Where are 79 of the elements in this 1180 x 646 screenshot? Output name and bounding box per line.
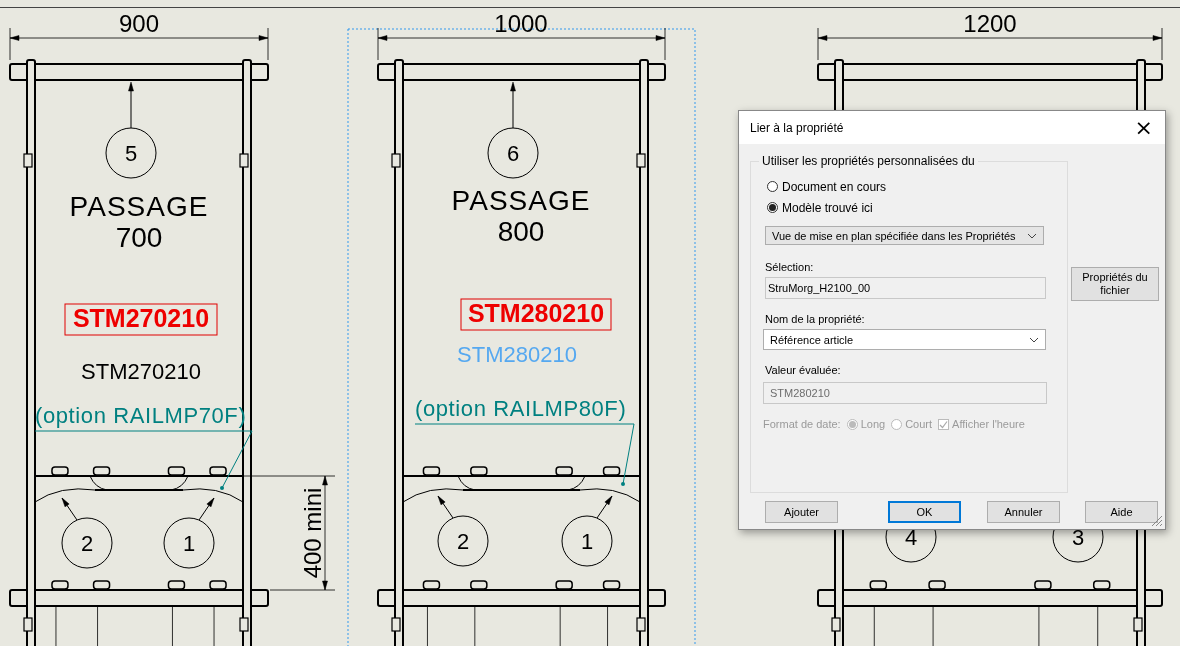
passage-label: PASSAGE (69, 191, 209, 222)
leg-line (474, 606, 476, 646)
rail-clip (391, 153, 401, 168)
balloon-number: 2 (80, 531, 94, 556)
balloon-circle (437, 515, 489, 567)
property-label: Nom de la propriété: (765, 313, 866, 325)
dialog-button[interactable]: Annuler (987, 501, 1060, 523)
leg-line (55, 606, 57, 646)
balloon-circle (105, 127, 157, 179)
balloon-number: 2 (456, 529, 470, 554)
radio-label: Long (860, 418, 886, 430)
rail-clip (636, 617, 646, 632)
leg-line (873, 606, 875, 646)
leg-line (1038, 606, 1040, 646)
resize-grip-icon[interactable] (1151, 515, 1163, 527)
reference-text: STM270210 (81, 359, 201, 384)
chevron-down-icon (1027, 232, 1037, 239)
leg-line (607, 606, 608, 646)
leg-line (97, 606, 98, 646)
checkbox-label: Afficher l'heure (952, 418, 1025, 430)
dialog-button[interactable]: OK (888, 501, 961, 523)
balloon-circle (61, 517, 113, 569)
reference-code: STM280210 (460, 298, 612, 331)
property-dropdown[interactable]: Référence article (763, 329, 1046, 350)
radio-button[interactable] (767, 181, 778, 192)
leg-line (932, 606, 934, 646)
date-format-label: Format de date: (763, 418, 841, 430)
leg-line (213, 606, 215, 646)
evaluated-label: Valeur évaluée: (765, 364, 842, 376)
balloon-number: 4 (904, 525, 918, 550)
rail-clip (23, 153, 33, 168)
dimension-text: 1200 (963, 10, 1017, 37)
radio-label: Court (905, 418, 933, 430)
evaluated-field[interactable]: STM280210 (763, 382, 1047, 404)
rail-clip (239, 153, 249, 168)
leg-line (172, 606, 173, 646)
leg-line (559, 606, 561, 646)
leader-arrow (61, 497, 78, 521)
dimension-text: 900 (119, 10, 159, 37)
radio-label: Document en cours (782, 179, 887, 194)
passage-label: PASSAGE (451, 185, 591, 216)
balloon-number: 3 (1071, 525, 1085, 550)
balloon-circle (487, 127, 539, 179)
rail-clip (239, 617, 249, 632)
leg-line (427, 606, 428, 646)
balloon-number: 6 (506, 141, 520, 166)
rail-clip (391, 617, 401, 632)
radio-button[interactable] (767, 202, 778, 213)
balloon-number: 5 (124, 141, 138, 166)
close-button[interactable]: × (1130, 116, 1157, 139)
balloon-circle (163, 517, 215, 569)
group-title: Utiliser les propriétés personnalisées du (761, 154, 976, 168)
view-dropdown[interactable]: Vue de mise en plan spécifiée dans les Propriétés (765, 226, 1044, 245)
dialog-button[interactable]: Aide (1085, 501, 1158, 523)
leader-arrow (198, 497, 215, 521)
passage-width: 800 (497, 216, 545, 247)
reference-code: STM270210 (64, 303, 218, 336)
passage-width: 700 (115, 222, 163, 253)
selection-label: Sélection: (765, 261, 815, 273)
radio-label: Modèle trouvé ici (782, 200, 873, 215)
dialog-title: Lier à la propriété (750, 120, 844, 135)
rail-clip (23, 617, 33, 632)
dialog-button[interactable]: Ajouter (765, 501, 838, 523)
balloon-circle (561, 515, 613, 567)
dimension-text: 400 mini (299, 487, 326, 579)
rail-clip (636, 153, 646, 168)
balloon-number: 1 (182, 531, 196, 556)
option-note: (option RAILMP80F) (415, 396, 627, 421)
leader-arrow (437, 495, 454, 519)
leg-line (1097, 606, 1099, 646)
balloon-number: 1 (580, 529, 594, 554)
file-properties-button[interactable]: Propriétés du fichier (1071, 267, 1159, 301)
selection-field[interactable]: StruMorg_H2100_00 (765, 277, 1046, 299)
leader-arrow (596, 495, 613, 519)
reference-text: STM280210 (457, 342, 577, 367)
leader-arrow (510, 81, 516, 129)
leader-arrow (128, 81, 134, 129)
dimension-text: 1000 (494, 10, 548, 37)
chevron-down-icon (1029, 336, 1039, 343)
